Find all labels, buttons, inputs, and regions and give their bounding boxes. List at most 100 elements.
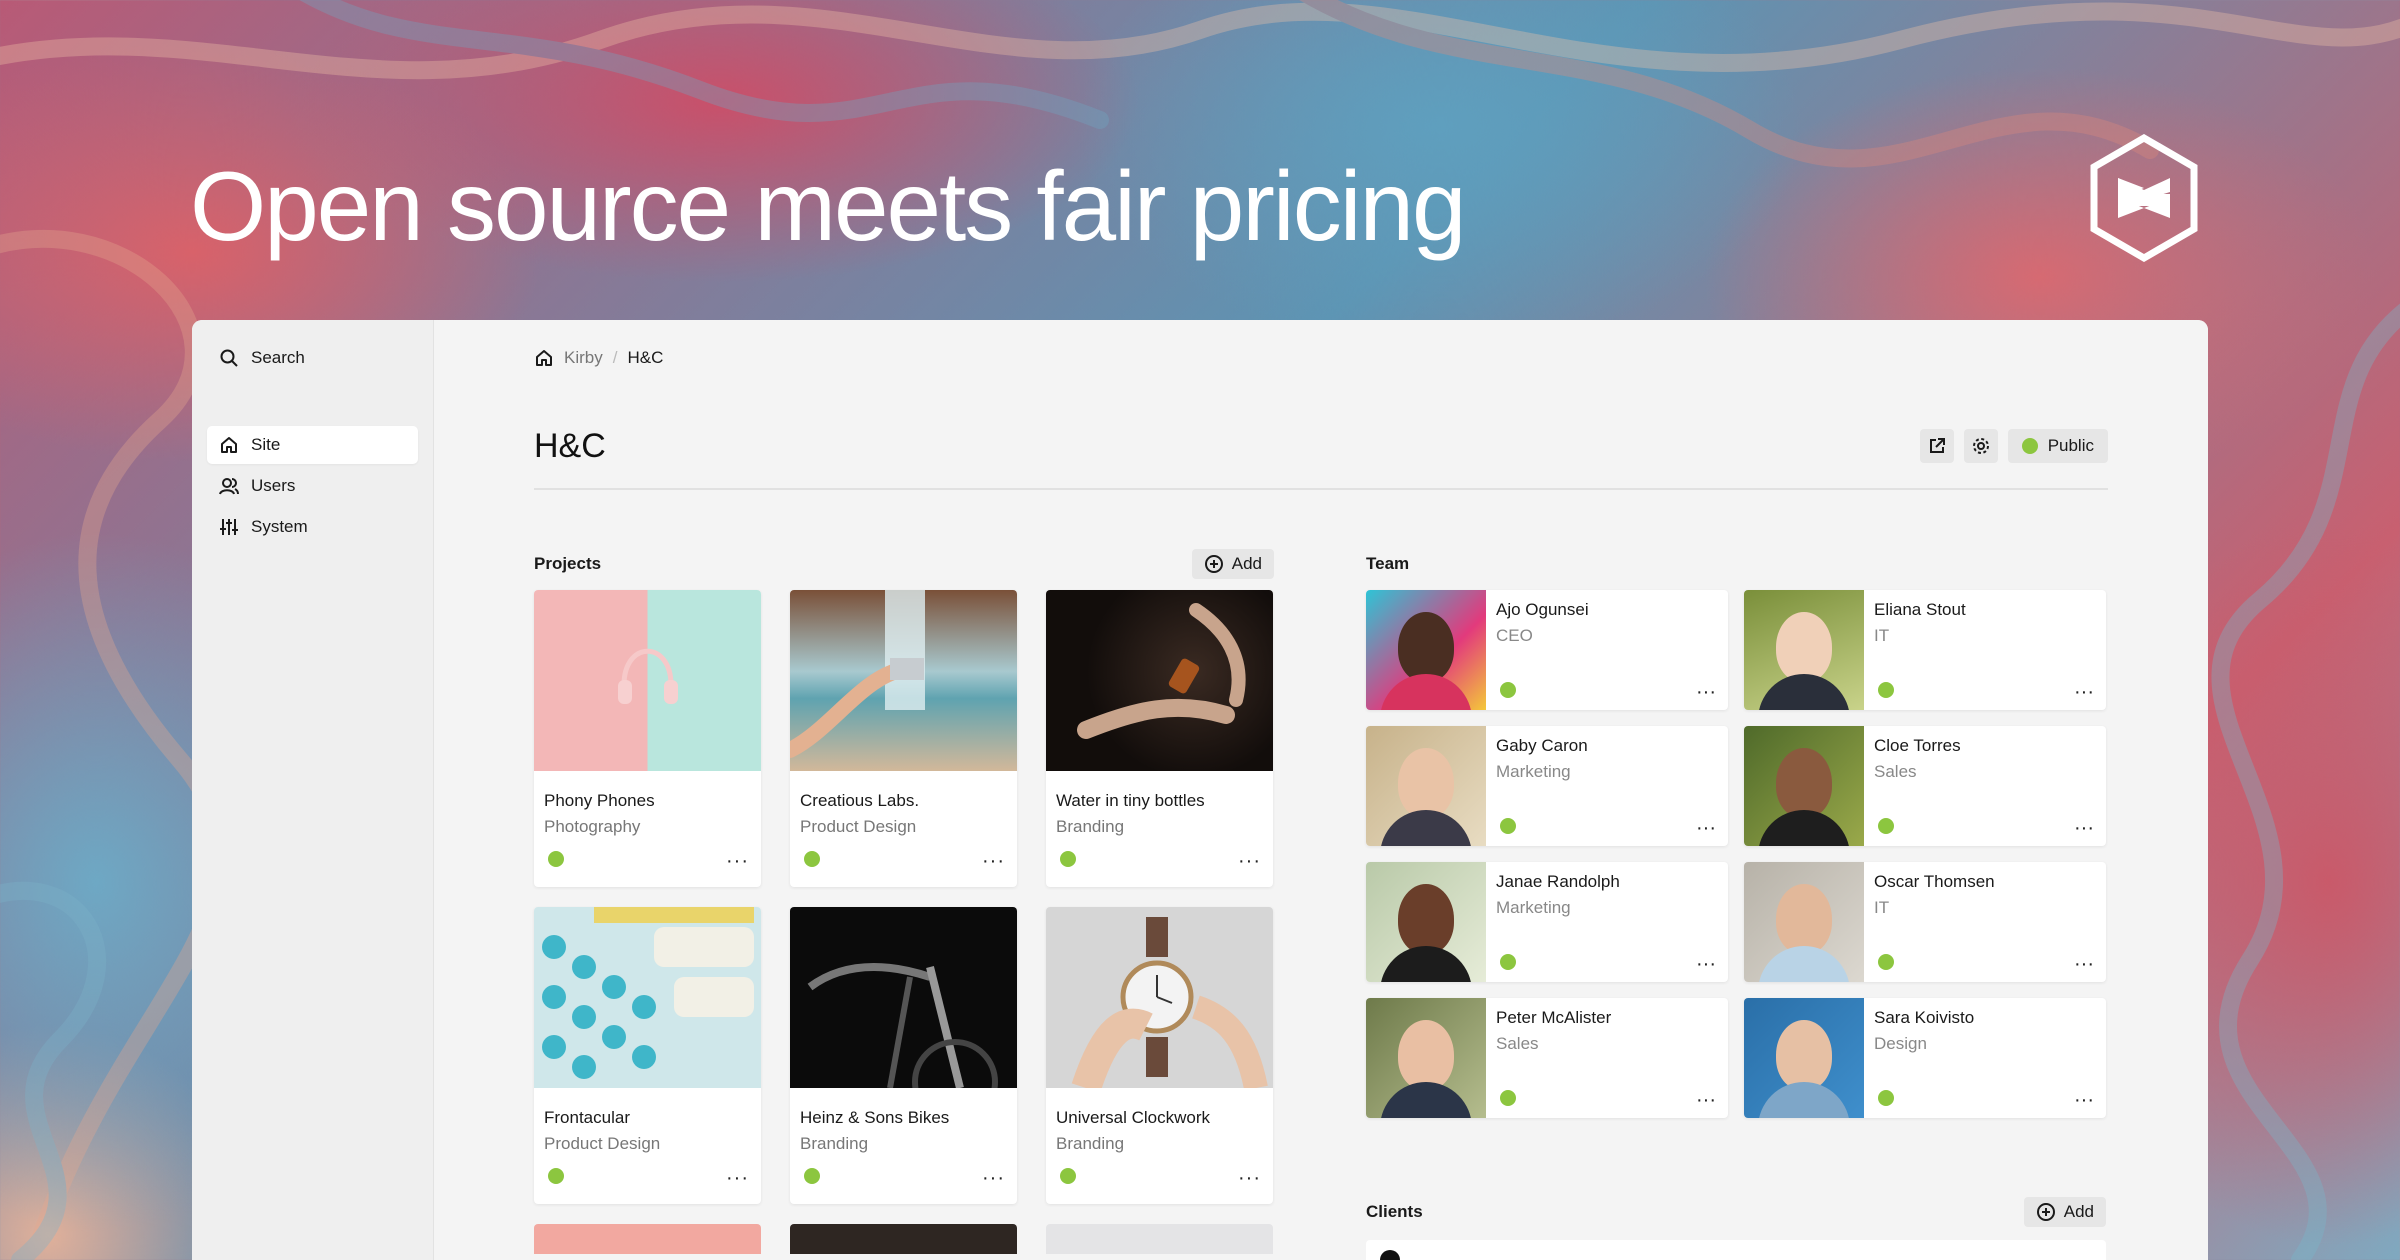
external-link-icon: [1929, 438, 1945, 453]
kirby-logo-icon: [2090, 134, 2198, 262]
home-icon[interactable]: [534, 348, 554, 368]
status-button[interactable]: Public: [2007, 429, 2108, 463]
team-cards: Ajo Ogunsei CEO ··· Eliana Stout IT ··· Ga…: [1366, 590, 2106, 1118]
hero-title: Open source meets fair pricing: [190, 151, 1466, 261]
avatar: [1744, 726, 1864, 846]
team-member-card[interactable]: Sara Koivisto Design ···: [1744, 998, 2106, 1118]
more-options-button[interactable]: ···: [982, 850, 1005, 873]
project-card[interactable]: Heinz & Sons Bikes Branding ···: [790, 907, 1017, 1204]
breadcrumb-root[interactable]: Kirby: [564, 348, 603, 368]
project-cards: Phony Phones Photography ··· Creatious L…: [534, 590, 1274, 1254]
clients-section: Clients Add: [1366, 1196, 2106, 1260]
member-role: Marketing: [1496, 898, 1571, 917]
team-member-card[interactable]: Ajo Ogunsei CEO ···: [1366, 590, 1728, 710]
more-options-button[interactable]: ···: [726, 1167, 749, 1190]
project-card[interactable]: Universal Clockwork Branding ···: [1046, 907, 1273, 1204]
project-thumbnail: [1046, 590, 1273, 771]
more-options-button[interactable]: ···: [2074, 953, 2094, 976]
projects-title: Projects: [534, 554, 602, 573]
main-content: Kirby / H&C H&C Public Projects Add Phon…: [434, 320, 2208, 1260]
sidebar-item-users[interactable]: Users: [207, 467, 418, 505]
status-dot: [1060, 1168, 1076, 1184]
breadcrumb-separator: /: [612, 348, 618, 367]
team-member-card[interactable]: Cloe Torres Sales ···: [1744, 726, 2106, 846]
projects-section: Projects Add Phony Phones Photography ··…: [534, 548, 1274, 1260]
status-dot: [804, 851, 820, 867]
breadcrumb: Kirby / H&C: [534, 342, 2108, 374]
sidebar-item-label: Site: [251, 435, 281, 454]
project-card[interactable]: [1046, 1224, 1273, 1254]
sliders-icon: [220, 519, 238, 535]
member-name: Oscar Thomsen: [1874, 872, 1995, 891]
team-member-card[interactable]: Janae Randolph Marketing ···: [1366, 862, 1728, 982]
status-dot: [1878, 954, 1894, 970]
breadcrumb-current[interactable]: H&C: [627, 348, 663, 368]
project-card[interactable]: Phony Phones Photography ···: [534, 590, 761, 887]
project-thumbnail: [534, 907, 761, 1088]
sidebar-item-system[interactable]: System: [207, 508, 418, 546]
more-options-button[interactable]: ···: [2074, 681, 2094, 704]
more-options-button[interactable]: ···: [1696, 953, 1716, 976]
status-dot: [548, 1168, 564, 1184]
member-role: CEO: [1496, 626, 1533, 645]
page-header: H&C Public: [534, 424, 2108, 468]
member-role: IT: [1874, 626, 1890, 645]
open-external-button[interactable]: [1919, 429, 1954, 463]
page-title: H&C: [534, 426, 606, 465]
more-options-button[interactable]: ···: [1696, 817, 1716, 840]
more-options-button[interactable]: ···: [1696, 1089, 1716, 1112]
member-name: Sara Koivisto: [1874, 1008, 1975, 1027]
users-icon: [219, 478, 239, 495]
member-name: Gaby Caron: [1496, 736, 1588, 755]
project-thumbnail: [1046, 907, 1273, 1093]
header-divider: [534, 488, 2108, 490]
status-dot: [1500, 818, 1516, 834]
member-name: Cloe Torres: [1874, 736, 1961, 755]
team-member-card[interactable]: Peter McAlister Sales ···: [1366, 998, 1728, 1118]
more-options-button[interactable]: ···: [2074, 1089, 2094, 1112]
status-dot: [1878, 1090, 1894, 1106]
status-dot: [804, 1168, 820, 1184]
status-dot: [1878, 818, 1894, 834]
settings-button[interactable]: [1963, 429, 1998, 463]
more-options-button[interactable]: ···: [982, 1167, 1005, 1190]
member-name: Janae Randolph: [1496, 872, 1620, 891]
add-label: Add: [2063, 1202, 2094, 1221]
clients-title: Clients: [1366, 1202, 1423, 1221]
project-card[interactable]: [534, 1224, 761, 1254]
project-subtitle: Branding: [1056, 817, 1125, 836]
status-dot: [2021, 438, 2038, 454]
status-label: Public: [2047, 436, 2094, 455]
add-project-button[interactable]: Add: [1191, 549, 1274, 579]
member-role: Design: [1874, 1034, 1927, 1053]
search-button[interactable]: Search: [207, 342, 418, 374]
status-dot: [1500, 682, 1516, 698]
project-subtitle: Branding: [800, 1134, 869, 1153]
sidebar-item-site[interactable]: Site: [207, 426, 418, 464]
more-options-button[interactable]: ···: [726, 850, 749, 873]
avatar: [1366, 862, 1486, 982]
more-options-button[interactable]: ···: [1238, 850, 1261, 873]
project-card[interactable]: Water in tiny bottles Branding ···: [1046, 590, 1273, 887]
more-options-button[interactable]: ···: [2074, 817, 2094, 840]
member-role: Sales: [1874, 762, 1917, 781]
more-options-button[interactable]: ···: [1696, 681, 1716, 704]
page-actions: Public: [1919, 429, 2108, 463]
avatar: [1744, 998, 1864, 1118]
more-options-button[interactable]: ···: [1238, 1167, 1261, 1190]
gear-icon: [1972, 438, 1989, 454]
status-dot: [548, 851, 564, 867]
status-dot: [1500, 954, 1516, 970]
member-name: Peter McAlister: [1496, 1008, 1612, 1027]
member-name: Ajo Ogunsei: [1496, 600, 1589, 619]
team-member-card[interactable]: Eliana Stout IT ···: [1744, 590, 2106, 710]
team-member-card[interactable]: Oscar Thomsen IT ···: [1744, 862, 2106, 982]
project-card[interactable]: [790, 1224, 1017, 1254]
project-thumbnail: [790, 590, 1017, 771]
add-client-button[interactable]: Add: [2023, 1197, 2106, 1227]
client-list-item[interactable]: [1366, 1240, 2106, 1260]
project-card[interactable]: Creatious Labs. Product Design ···: [790, 590, 1017, 887]
project-subtitle: Product Design: [544, 1134, 661, 1153]
project-card[interactable]: Frontacular Product Design ···: [534, 907, 761, 1204]
team-member-card[interactable]: Gaby Caron Marketing ···: [1366, 726, 1728, 846]
